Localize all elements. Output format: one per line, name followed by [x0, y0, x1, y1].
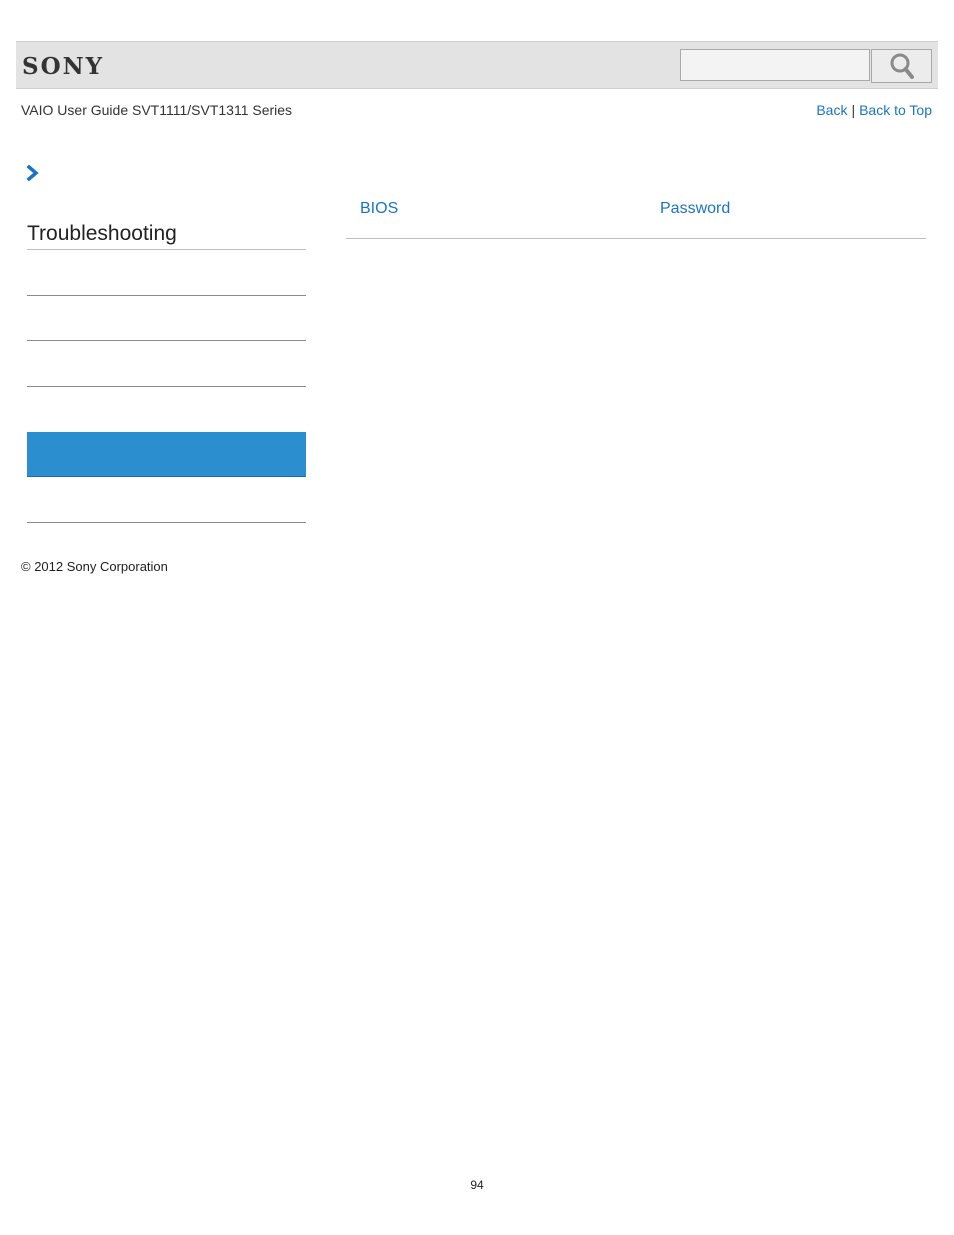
link-separator: |	[851, 102, 856, 118]
copyright: © 2012 Sony Corporation	[21, 559, 168, 574]
svg-text:SONY: SONY	[22, 55, 104, 77]
content-links-row: BIOS Password	[346, 196, 926, 239]
sidebar-item-2[interactable]	[27, 296, 306, 341]
top-links: Back | Back to Top	[816, 102, 932, 118]
sony-logo: SONY	[22, 53, 126, 79]
search-input[interactable]	[680, 49, 870, 81]
section-title: Troubleshooting	[27, 222, 177, 245]
back-link[interactable]: Back	[816, 102, 847, 118]
chevron-right-icon[interactable]	[26, 165, 40, 181]
sidebar-item-3[interactable]	[27, 342, 306, 387]
page-number: 94	[470, 1178, 484, 1192]
magnifier-icon	[890, 53, 914, 79]
sony-logo-mark: SONY	[22, 55, 104, 77]
sidebar-item-5[interactable]	[27, 478, 306, 523]
search-button[interactable]	[871, 49, 932, 83]
back-to-top-link[interactable]: Back to Top	[859, 102, 932, 118]
sidebar-item-active[interactable]	[27, 432, 306, 477]
header-bar: SONY	[16, 41, 938, 89]
sidebar-item-1[interactable]	[27, 251, 306, 296]
bios-link[interactable]: BIOS	[360, 200, 398, 218]
password-link[interactable]: Password	[660, 200, 730, 218]
section-divider	[27, 249, 306, 250]
guide-title: VAIO User Guide SVT1111/SVT1311 Series	[21, 102, 293, 118]
